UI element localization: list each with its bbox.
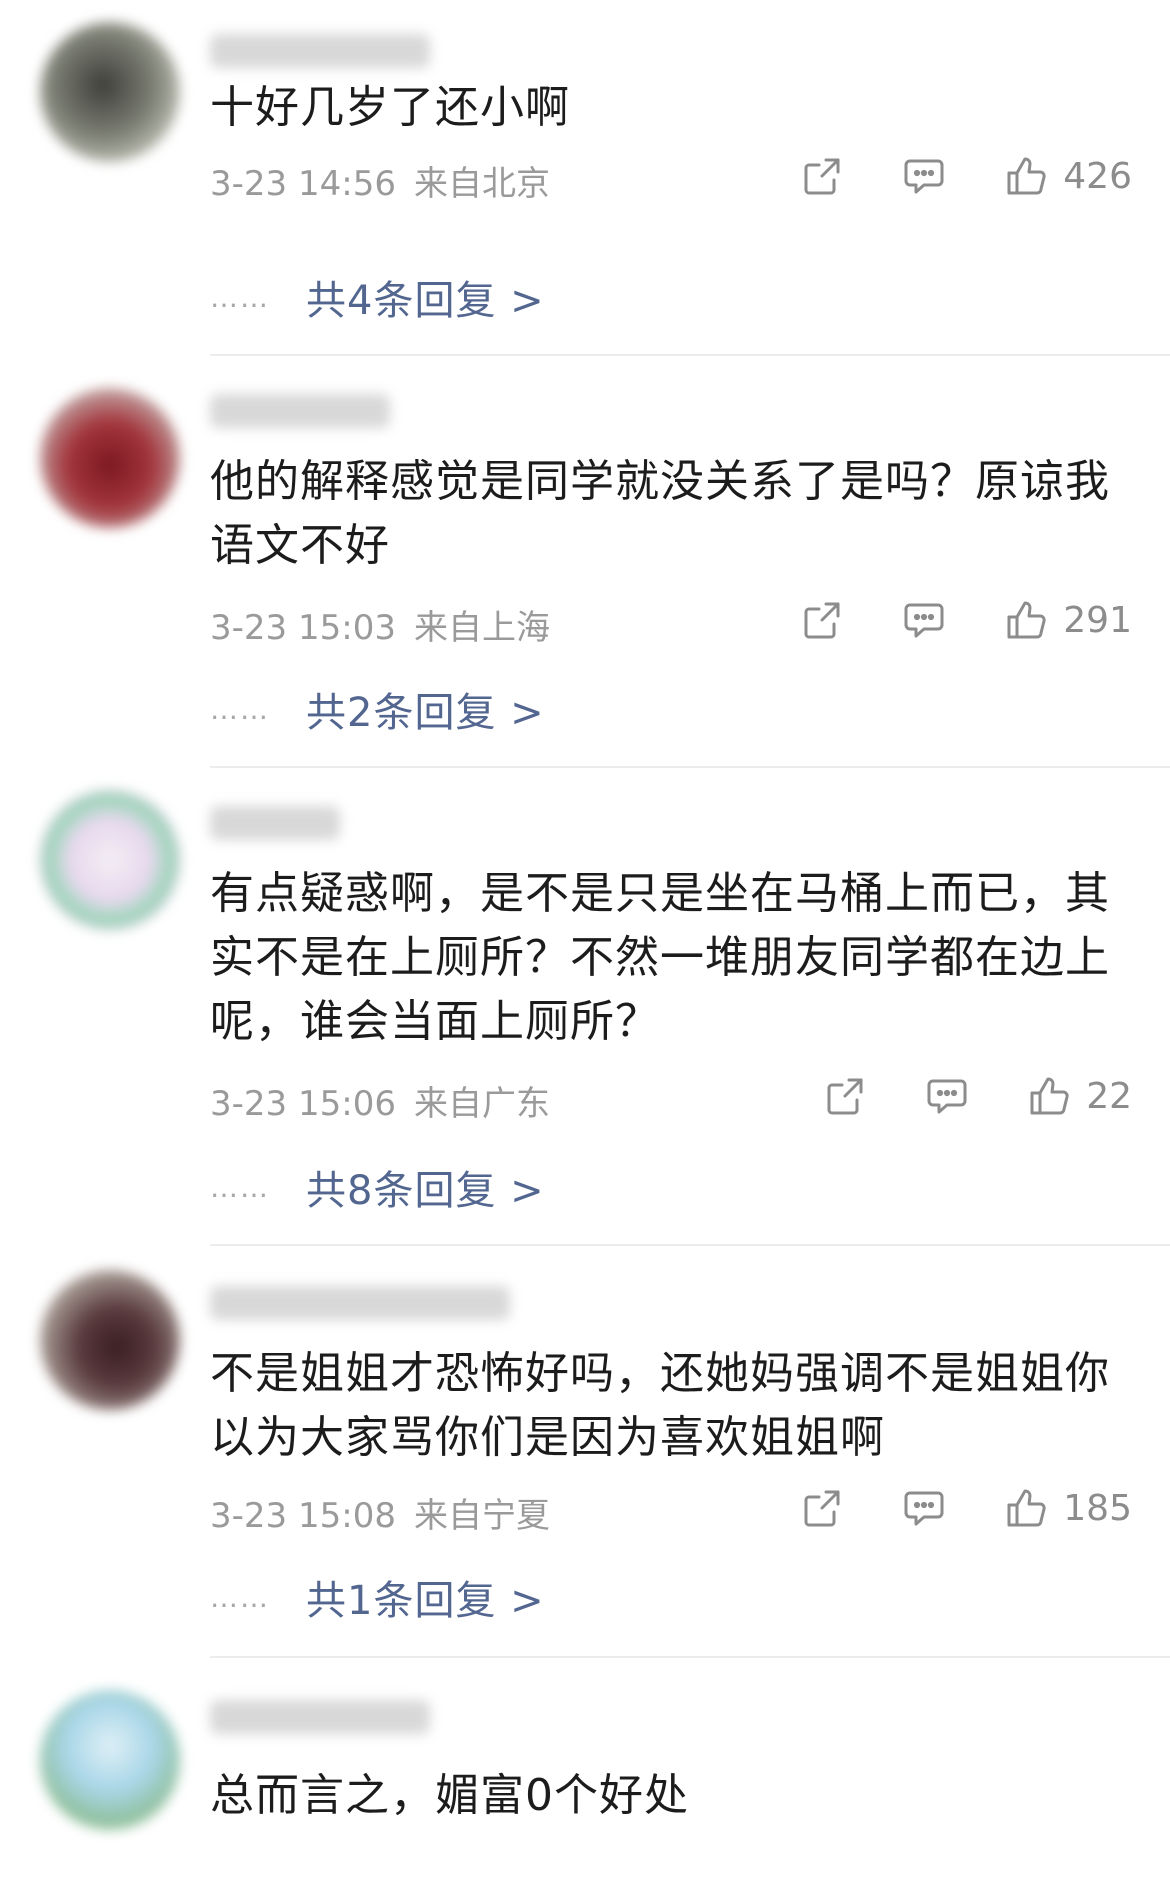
- comment-date: 3-23 14:56: [210, 164, 396, 204]
- share-icon[interactable]: [799, 1485, 845, 1531]
- comment-icon[interactable]: [901, 153, 947, 199]
- comment-meta: 3-23 14:56 来自北京: [210, 156, 550, 205]
- username[interactable]: [210, 394, 390, 428]
- thumbs-up-icon: [1026, 1073, 1072, 1119]
- comment-location: 来自广东: [413, 1084, 550, 1124]
- like-count: 22: [1086, 1075, 1132, 1117]
- comment-date: 3-23 15:06: [210, 1084, 396, 1124]
- like-button[interactable]: 22: [1026, 1073, 1132, 1119]
- avatar[interactable]: [40, 388, 180, 528]
- comment-location: 来自宁夏: [413, 1496, 550, 1536]
- avatar[interactable]: [40, 1690, 180, 1830]
- reply-row[interactable]: …… 共1条回复 >: [210, 1572, 545, 1624]
- reply-dots: ……: [210, 692, 270, 726]
- comment-icon[interactable]: [901, 597, 947, 643]
- view-replies-link[interactable]: 共8条回复 >: [306, 1158, 545, 1216]
- reply-dots: ……: [210, 1170, 270, 1204]
- share-icon[interactable]: [822, 1073, 868, 1119]
- reply-dots: ……: [210, 280, 270, 314]
- username[interactable]: [210, 34, 430, 68]
- comment-date: 3-23 15:03: [210, 608, 396, 648]
- comment-text: 十好几岁了还小啊: [210, 82, 570, 133]
- comment-meta: 3-23 15:03 来自上海: [210, 600, 550, 649]
- avatar[interactable]: [40, 22, 180, 162]
- comment-meta: 3-23 15:08 来自宁夏: [210, 1488, 550, 1537]
- divider: [210, 766, 1170, 768]
- view-replies-link[interactable]: 共2条回复 >: [306, 680, 545, 738]
- reply-row[interactable]: …… 共4条回复 >: [210, 272, 545, 324]
- share-icon[interactable]: [799, 597, 845, 643]
- thumbs-up-icon: [1003, 597, 1049, 643]
- like-button[interactable]: 291: [1003, 597, 1132, 643]
- comment-actions: 291: [799, 596, 1132, 644]
- username[interactable]: [210, 1700, 430, 1734]
- avatar[interactable]: [40, 1270, 180, 1410]
- view-replies-link[interactable]: 共1条回复 >: [306, 1568, 545, 1626]
- thumbs-up-icon: [1003, 1485, 1049, 1531]
- comment-text: 不是姐姐才恐怖好吗，还她妈强调不是姐姐你以为大家骂你们是因为喜欢姐姐啊: [210, 1348, 1110, 1463]
- comment-text: 他的解释感觉是同学就没关系了是吗？原谅我语文不好: [210, 456, 1110, 571]
- avatar[interactable]: [40, 790, 180, 930]
- like-button[interactable]: 185: [1003, 1485, 1132, 1531]
- like-count: 185: [1063, 1487, 1132, 1529]
- divider: [210, 1244, 1170, 1246]
- divider: [210, 1656, 1170, 1658]
- comment-actions: 426: [799, 152, 1132, 200]
- comment-icon[interactable]: [901, 1485, 947, 1531]
- share-icon[interactable]: [799, 153, 845, 199]
- comment-location: 来自上海: [413, 608, 550, 648]
- comment-location: 来自北京: [413, 164, 550, 204]
- username[interactable]: [210, 1286, 510, 1320]
- comment-actions: 22: [822, 1072, 1132, 1120]
- comment-icon[interactable]: [924, 1073, 970, 1119]
- view-replies-link[interactable]: 共4条回复 >: [306, 268, 545, 326]
- like-count: 291: [1063, 599, 1132, 641]
- comment-date: 3-23 15:08: [210, 1496, 396, 1536]
- thumbs-up-icon: [1003, 153, 1049, 199]
- comment-text: 总而言之，媚富0个好处: [210, 1770, 689, 1821]
- divider: [210, 354, 1170, 356]
- reply-row[interactable]: …… 共8条回复 >: [210, 1162, 545, 1214]
- reply-dots: ……: [210, 1580, 270, 1614]
- like-count: 426: [1063, 155, 1132, 197]
- like-button[interactable]: 426: [1003, 153, 1132, 199]
- comment-actions: 185: [799, 1484, 1132, 1532]
- username[interactable]: [210, 806, 340, 840]
- comment-text: 有点疑惑啊，是不是只是坐在马桶上而已，其实不是在上厕所？不然一堆朋友同学都在边上…: [210, 868, 1110, 1047]
- reply-row[interactable]: …… 共2条回复 >: [210, 684, 545, 736]
- comment-meta: 3-23 15:06 来自广东: [210, 1076, 550, 1125]
